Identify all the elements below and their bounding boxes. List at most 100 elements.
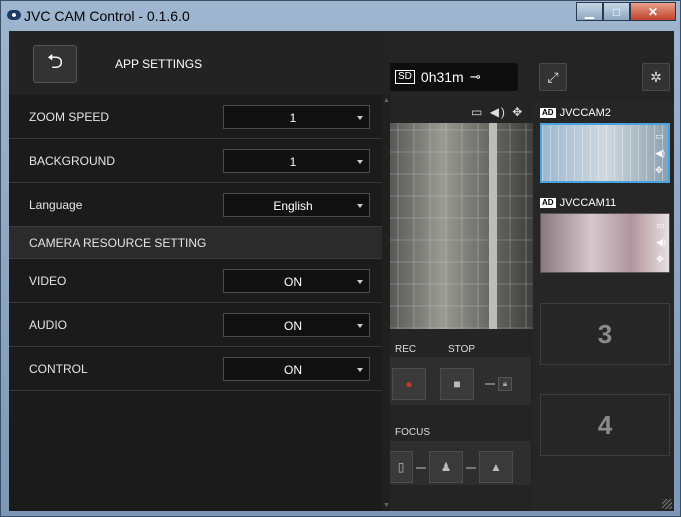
sd-badge: SD (395, 70, 415, 84)
setting-row-background: BACKGROUND 1 (9, 139, 382, 183)
client-area: SD 0h31m ⊸ ⤢ ✲ ▭ ◀) ✥ AD JVCCAM2 ▭ ◀) ✥ … (9, 31, 674, 511)
gear-icon: ✲ (650, 68, 662, 85)
stop-button[interactable]: ■ (440, 368, 474, 400)
ad-badge: AD (540, 198, 556, 208)
fullscreen-button[interactable]: ⤢ (539, 63, 567, 91)
setting-label: VIDEO (29, 274, 67, 288)
scroll-up-icon[interactable]: ▲ (383, 97, 390, 104)
camera-slot-4[interactable]: 4 (540, 394, 670, 456)
app-logo-icon (7, 10, 21, 20)
camera-tile-2[interactable]: AD JVCCAM11 ▭ ◀) ✥ (540, 197, 670, 273)
move-icon[interactable]: ✥ (656, 254, 666, 265)
chevron-down-icon (357, 204, 363, 208)
chevron-down-icon (357, 280, 363, 284)
settings-title: APP SETTINGS (115, 57, 203, 71)
setting-label: BACKGROUND (29, 154, 116, 168)
close-icon: ✕ (647, 4, 659, 19)
background-select[interactable]: 1 (223, 149, 370, 173)
move-icon[interactable]: ✥ (655, 165, 665, 176)
chevron-down-icon (357, 116, 363, 120)
settings-button[interactable]: ✲ (642, 63, 670, 91)
control-select[interactable]: ON (223, 357, 370, 381)
select-value: ON (284, 275, 302, 289)
setting-row-video: VIDEO ON (9, 259, 382, 303)
title-bar[interactable]: JVC CAM Control - 0.1.6.0 ▁ □ ✕ (1, 1, 681, 31)
select-value: ON (284, 319, 302, 333)
speaker-icon[interactable]: ◀) (656, 237, 666, 248)
select-value: 1 (289, 155, 297, 169)
thumb-icons: ▭ ◀) ✥ (655, 131, 665, 176)
stop-label: STOP (448, 344, 476, 355)
audio-select[interactable]: ON (223, 313, 370, 337)
setting-row-control: CONTROL ON (9, 347, 382, 391)
setting-label: AUDIO (29, 318, 68, 332)
maximize-button[interactable]: □ (603, 2, 630, 21)
settings-scrollbar[interactable]: ▲ ▼ (382, 95, 390, 511)
camera-thumbnail[interactable]: ▭ ◀) ✥ (540, 213, 670, 273)
setting-row-zoom-speed: ZOOM SPEED 1 (9, 95, 382, 139)
camera-slot-3[interactable]: 3 (540, 303, 670, 365)
setting-label: CONTROL (29, 362, 88, 376)
expand-icon: ⤢ (547, 68, 559, 85)
camera-label: AD JVCCAM2 (540, 107, 670, 119)
status-bar: SD 0h31m ⊸ (383, 63, 518, 91)
app-window: JVC CAM Control - 0.1.6.0 ▁ □ ✕ SD 0h31m… (0, 0, 681, 517)
focus-near-button[interactable]: ▯ (389, 451, 413, 483)
divider (466, 467, 476, 469)
settings-list: ZOOM SPEED 1 BACKGROUND 1 Language Engli… (9, 95, 382, 391)
speaker-icon[interactable]: ◀) (490, 105, 507, 119)
chevron-down-icon (357, 368, 363, 372)
move-icon[interactable]: ✥ (512, 105, 524, 119)
back-button[interactable]: ⮌ (33, 45, 77, 83)
camera-name: JVCCAM11 (559, 197, 617, 209)
camera-preview[interactable] (381, 123, 533, 329)
settings-header: ⮌ APP SETTINGS (9, 31, 390, 95)
section-header: CAMERA RESOURCE SETTING (9, 227, 382, 259)
zoom-speed-select[interactable]: 1 (223, 105, 370, 129)
chevron-down-icon (357, 324, 363, 328)
divider (485, 383, 495, 385)
stop-icon: ■ (453, 377, 461, 391)
resize-grip[interactable] (662, 499, 672, 509)
record-icon: ● (405, 377, 413, 391)
speaker-icon[interactable]: ◀) (655, 148, 665, 159)
scroll-down-icon[interactable]: ▼ (383, 502, 390, 509)
setting-label: Language (29, 198, 83, 212)
focus-label: FOCUS (395, 427, 430, 438)
record-button[interactable]: ● (392, 368, 426, 400)
record-time: 0h31m (420, 69, 464, 85)
frame-icon: ▯ (397, 460, 405, 474)
preview-toolbar: ▭ ◀) ✥ (471, 105, 524, 119)
camera-label: AD JVCCAM11 (540, 197, 670, 209)
window-controls: ▁ □ ✕ (576, 2, 676, 21)
plug-icon: ⊸ (469, 69, 481, 84)
section-title: CAMERA RESOURCE SETTING (29, 236, 207, 250)
focus-far-button[interactable]: ▲ (479, 451, 513, 483)
select-value: English (273, 199, 313, 213)
setting-row-language: Language English (9, 183, 382, 227)
ad-badge: AD (540, 108, 556, 118)
film-icon[interactable]: ▭ (471, 105, 484, 119)
video-select[interactable]: ON (223, 269, 370, 293)
camera-name: JVCCAM2 (559, 107, 611, 119)
minimize-icon: ▁ (584, 4, 595, 19)
minimize-button[interactable]: ▁ (576, 2, 603, 21)
setting-label: ZOOM SPEED (29, 110, 110, 124)
close-button[interactable]: ✕ (630, 2, 676, 21)
thumb-icons: ▭ ◀) ✥ (656, 220, 666, 265)
setting-row-audio: AUDIO ON (9, 303, 382, 347)
focus-person-button[interactable]: ♟ (429, 451, 463, 483)
person-icon: ♟ (440, 460, 452, 474)
select-value: 1 (289, 111, 297, 125)
app-settings-panel: ⮌ APP SETTINGS ZOOM SPEED 1 BACKGROUND 1 (9, 31, 390, 511)
back-arrow-icon: ⮌ (46, 51, 64, 73)
maximize-icon: □ (612, 4, 621, 19)
camera-tile-1[interactable]: AD JVCCAM2 ▭ ◀) ✥ (540, 107, 670, 183)
film-icon[interactable]: ▭ (655, 131, 665, 142)
window-title: JVC CAM Control - 0.1.6.0 (24, 8, 190, 24)
chevron-down-icon (357, 160, 363, 164)
lock-icon[interactable]: 🔒︎ (498, 377, 512, 391)
language-select[interactable]: English (223, 193, 370, 217)
film-icon[interactable]: ▭ (656, 220, 666, 231)
camera-thumbnail[interactable]: ▭ ◀) ✥ (540, 123, 670, 183)
